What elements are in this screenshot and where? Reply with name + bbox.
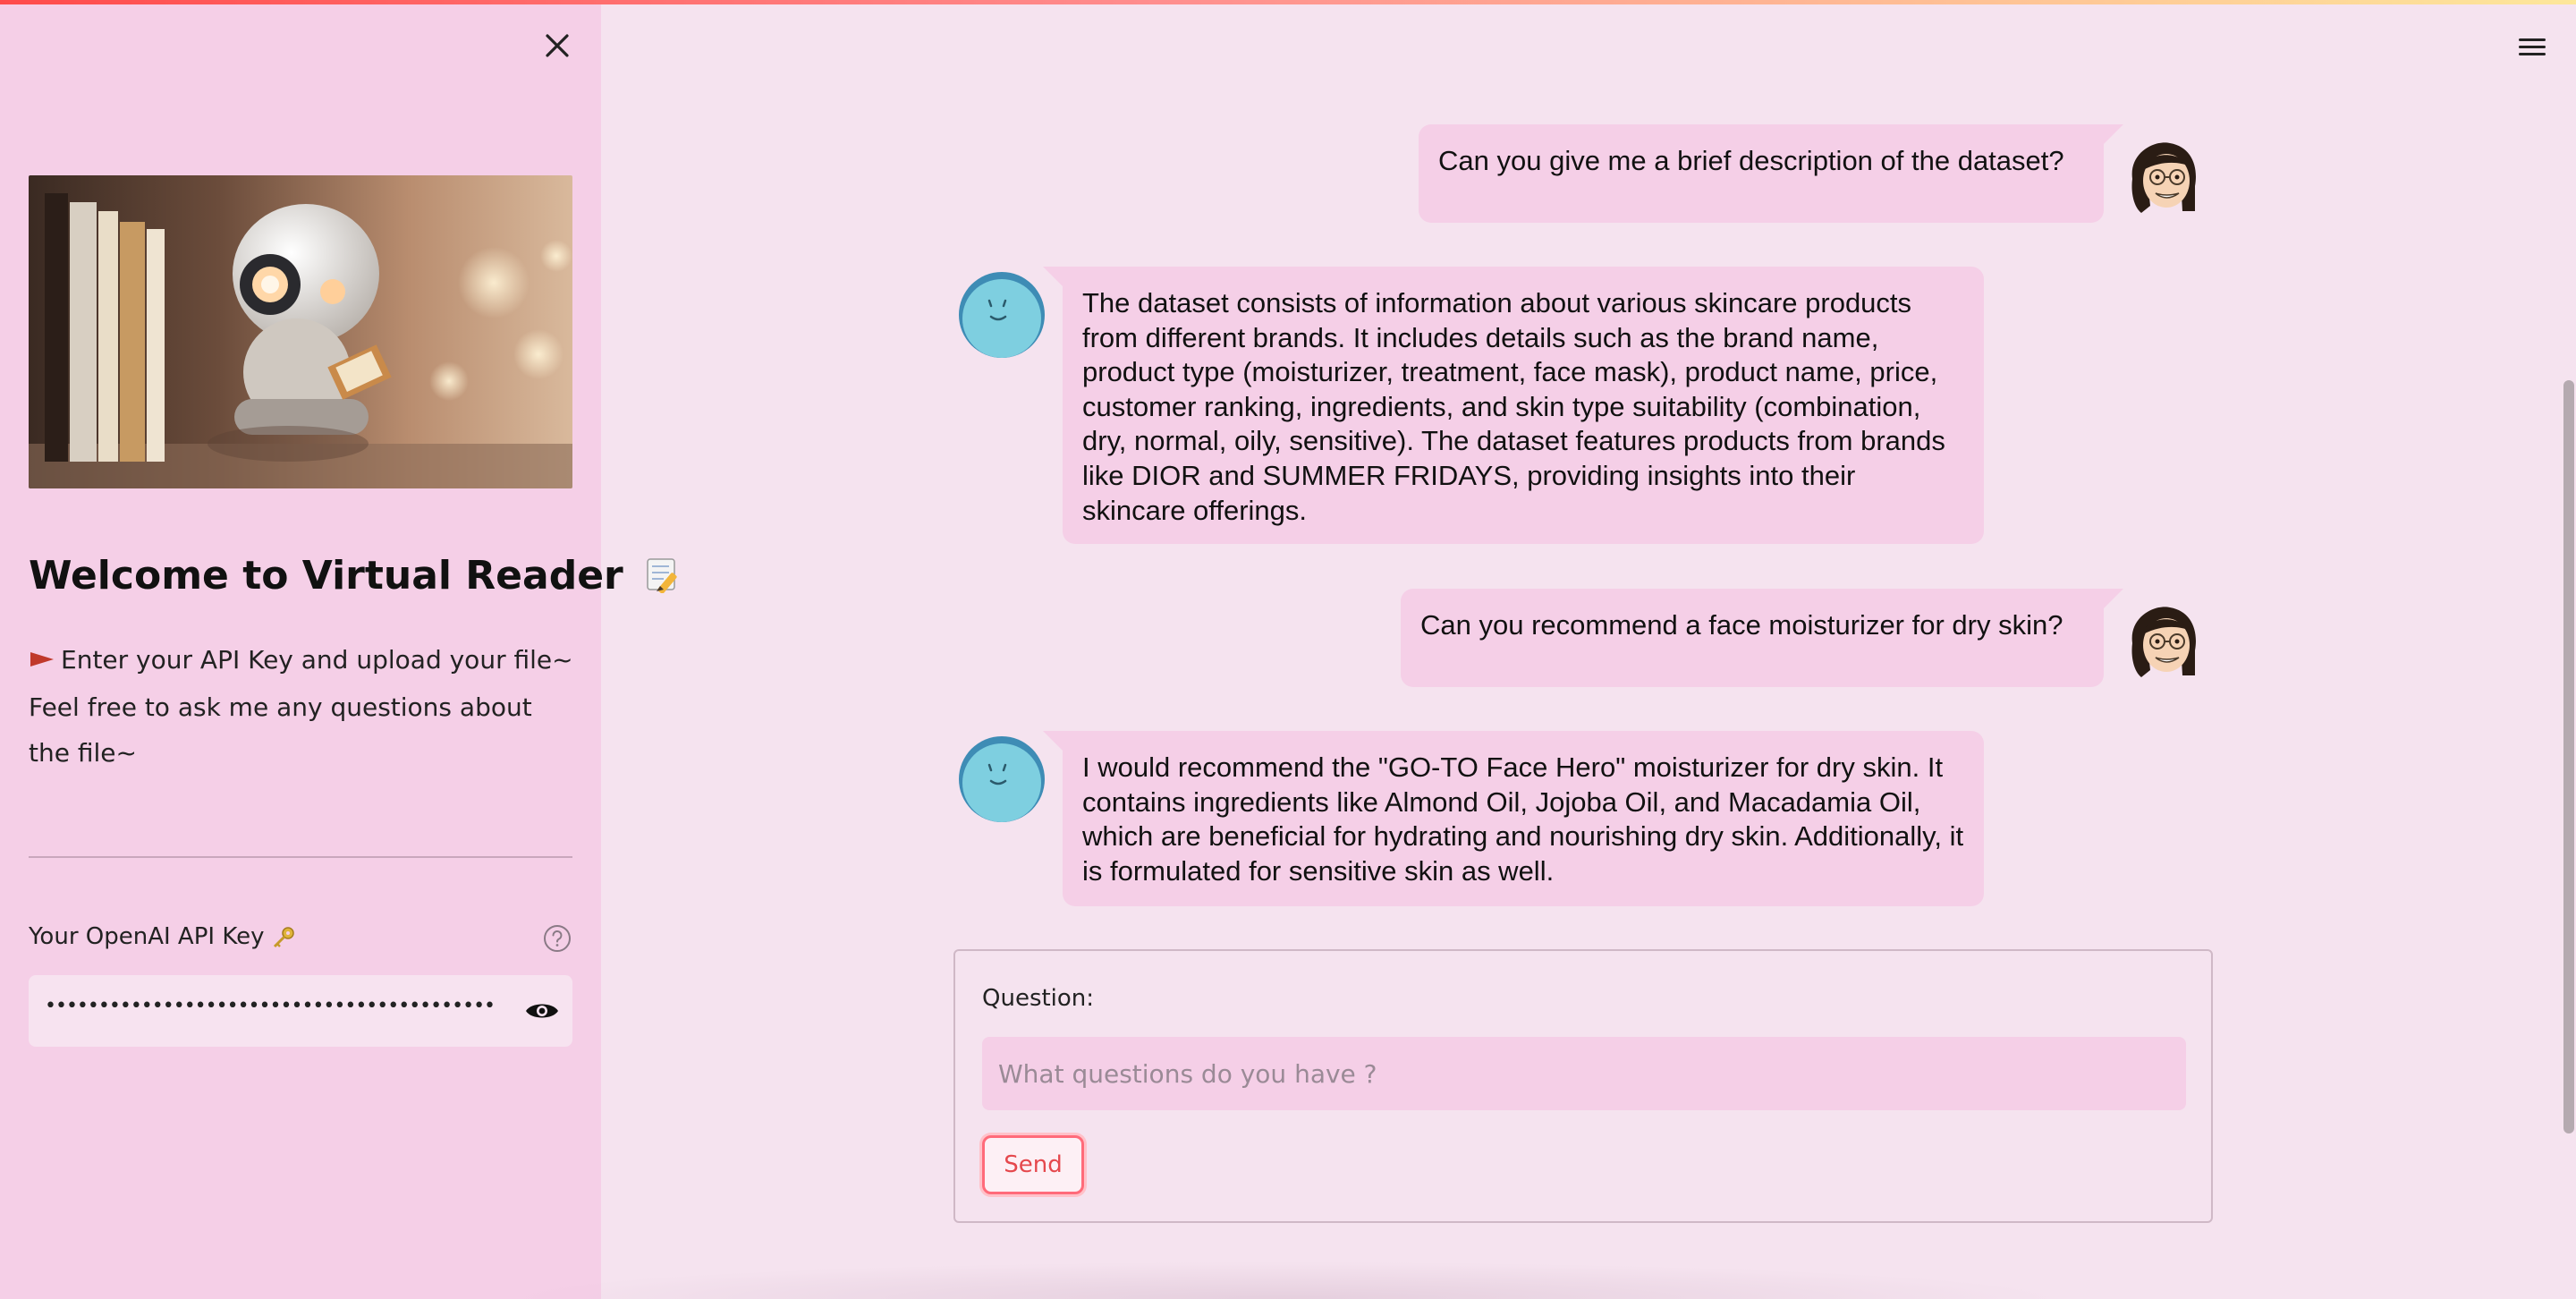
question-input[interactable]: [982, 1037, 2186, 1110]
welcome-title: Welcome to Virtual Reader: [29, 553, 623, 599]
sidebar-divider: [29, 856, 572, 858]
api-key-masked-value: ••••••••••••••••••••••••••••••••••••••••…: [45, 995, 496, 1017]
close-icon: [546, 34, 569, 57]
scrollbar-thumb[interactable]: [2563, 380, 2574, 1133]
intro-line-1: Enter your API Key and upload your file~: [61, 645, 573, 675]
api-key-label: Your OpenAI API Key: [29, 923, 295, 950]
assistant-message: The dataset consists of information abou…: [1063, 267, 1984, 544]
question-label: Question:: [982, 985, 1095, 1012]
welcome-heading: Welcome to Virtual Reader: [29, 553, 683, 603]
bubble-tail: [1043, 731, 1063, 751]
robot-reading-image: [29, 175, 572, 488]
eye-icon: [526, 1004, 558, 1018]
bottom-shadow: [501, 1261, 2066, 1299]
send-button[interactable]: Send: [982, 1135, 1084, 1194]
hamburger-menu-icon: [2519, 38, 2546, 55]
user-message: Can you recommend a face moisturizer for…: [1401, 589, 2104, 687]
assistant-message: I would recommend the "GO-TO Face Hero" …: [1063, 731, 1984, 906]
api-key-field[interactable]: ••••••••••••••••••••••••••••••••••••••••…: [29, 975, 572, 1047]
user-message: Can you give me a brief description of t…: [1419, 124, 2104, 223]
top-decoration-bar: [0, 0, 2576, 4]
help-circle-icon[interactable]: [542, 923, 572, 954]
intro-text: Enter your API Key and upload your file~…: [29, 637, 574, 776]
close-sidebar-button[interactable]: [537, 25, 578, 66]
key-icon: [272, 923, 295, 950]
red-flag-icon: [29, 639, 55, 684]
assistant-avatar: [959, 272, 1045, 358]
sidebar: Welcome to Virtual Reader Enter your API…: [0, 0, 677, 1299]
user-avatar: [2120, 599, 2206, 684]
intro-line-2: Feel free to ask me any questions about …: [29, 692, 532, 768]
show-password-button[interactable]: [519, 993, 565, 1029]
user-avatar: [2120, 134, 2206, 220]
assistant-avatar: [959, 736, 1045, 822]
question-form: Question: Send: [953, 949, 2213, 1223]
main-menu-button[interactable]: [2512, 29, 2551, 64]
bubble-tail: [1043, 267, 1063, 286]
